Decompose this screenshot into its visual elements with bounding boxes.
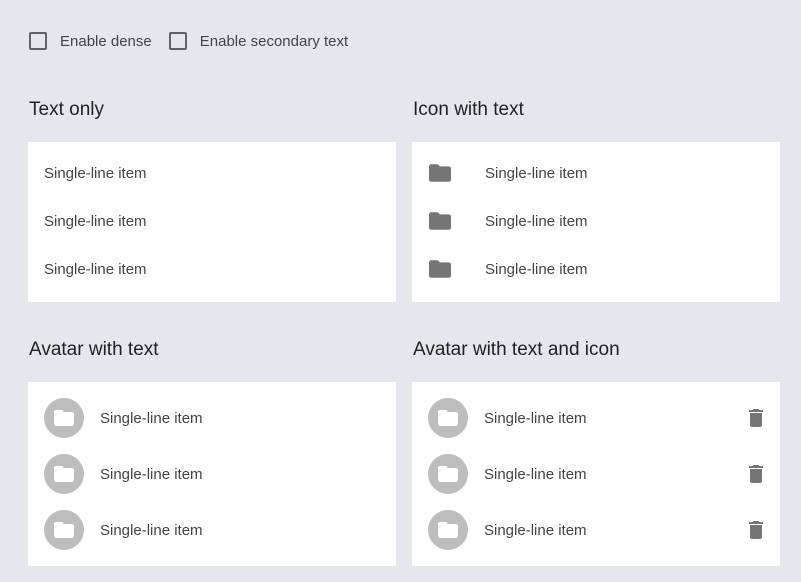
list-item[interactable]: Single-line item bbox=[28, 390, 396, 446]
folder-icon bbox=[438, 410, 458, 426]
list-item-text: Single-line item bbox=[484, 465, 587, 483]
avatar bbox=[428, 398, 468, 438]
list-item[interactable]: Single-line item bbox=[412, 446, 780, 502]
icon-with-text-title: Icon with text bbox=[413, 99, 524, 120]
enable-secondary-text-label[interactable]: Enable secondary text bbox=[200, 33, 348, 50]
avatar bbox=[428, 454, 468, 494]
folder-icon bbox=[438, 466, 458, 482]
text-only-title: Text only bbox=[29, 99, 104, 120]
list-item-text: Single-line item bbox=[485, 164, 588, 182]
folder-icon bbox=[429, 164, 451, 182]
folder-icon bbox=[54, 466, 74, 482]
list-item[interactable]: Single-line item bbox=[28, 446, 396, 502]
list-item-text: Single-line item bbox=[485, 212, 588, 230]
avatar bbox=[44, 510, 84, 550]
list-item[interactable]: Single-line item bbox=[412, 197, 780, 245]
avatar-with-text-and-icon-list: Single-line item Single-line item Single… bbox=[412, 382, 780, 566]
enable-dense-label[interactable]: Enable dense bbox=[60, 33, 152, 50]
list-item[interactable]: Single-line item bbox=[28, 197, 396, 245]
list-item[interactable]: Single-line item bbox=[412, 245, 780, 293]
icon-with-text-list: Single-line item Single-line item Single… bbox=[412, 142, 780, 302]
list-item-text: Single-line item bbox=[484, 521, 587, 539]
avatar-with-text-and-icon-title: Avatar with text and icon bbox=[413, 339, 620, 360]
folder-icon bbox=[429, 212, 451, 230]
enable-dense-option[interactable]: Enable dense bbox=[29, 32, 152, 50]
delete-icon[interactable] bbox=[748, 464, 764, 484]
list-item-text: Single-line item bbox=[44, 164, 147, 182]
avatar bbox=[44, 454, 84, 494]
list-item-text: Single-line item bbox=[100, 465, 203, 483]
list-item-text: Single-line item bbox=[44, 212, 147, 230]
list-item-text: Single-line item bbox=[484, 409, 587, 427]
enable-secondary-text-option[interactable]: Enable secondary text bbox=[168, 32, 348, 50]
list-options: Enable dense Enable secondary text bbox=[29, 31, 365, 51]
folder-icon bbox=[54, 522, 74, 538]
list-item[interactable]: Single-line item bbox=[28, 502, 396, 558]
enable-dense-checkbox[interactable] bbox=[29, 32, 47, 50]
folder-icon bbox=[429, 260, 451, 278]
list-item-text: Single-line item bbox=[44, 260, 147, 278]
list-item[interactable]: Single-line item bbox=[412, 149, 780, 197]
list-item[interactable]: Single-line item bbox=[412, 502, 780, 558]
avatar bbox=[428, 510, 468, 550]
list-item[interactable]: Single-line item bbox=[28, 149, 396, 197]
list-item[interactable]: Single-line item bbox=[412, 390, 780, 446]
list-item-text: Single-line item bbox=[100, 521, 203, 539]
list-item-text: Single-line item bbox=[485, 260, 588, 278]
avatar bbox=[44, 398, 84, 438]
enable-secondary-text-checkbox[interactable] bbox=[168, 32, 187, 50]
list-item[interactable]: Single-line item bbox=[28, 245, 396, 293]
text-only-list: Single-line item Single-line item Single… bbox=[28, 142, 396, 302]
list-item-text: Single-line item bbox=[100, 409, 203, 427]
delete-icon[interactable] bbox=[748, 520, 764, 540]
avatar-with-text-title: Avatar with text bbox=[29, 339, 159, 360]
delete-icon[interactable] bbox=[748, 408, 764, 428]
folder-icon bbox=[54, 410, 74, 426]
folder-icon bbox=[438, 522, 458, 538]
avatar-with-text-list: Single-line item Single-line item Single… bbox=[28, 382, 396, 566]
